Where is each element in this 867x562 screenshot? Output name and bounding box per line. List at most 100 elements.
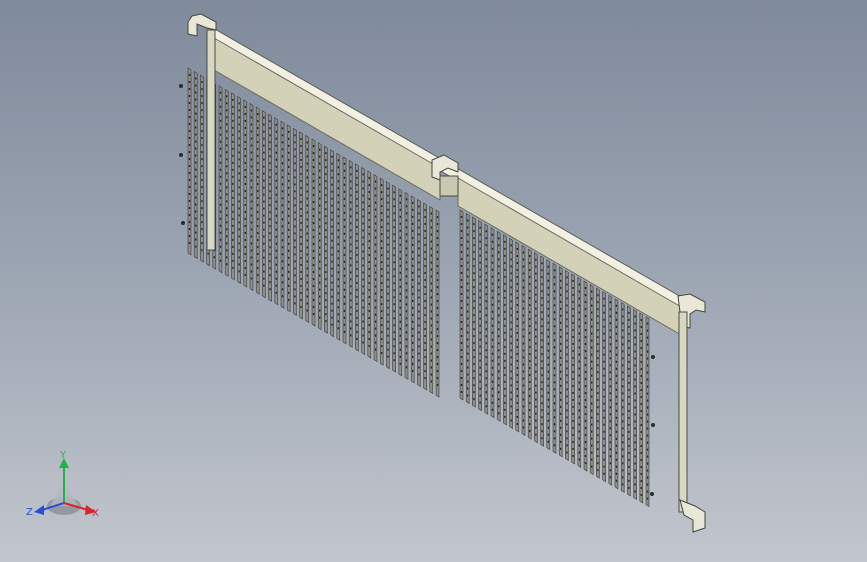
- fin-perforation: [219, 231, 222, 234]
- fin-perforation: [491, 401, 494, 404]
- fin-perforation: [467, 317, 469, 320]
- fin-perforation: [306, 288, 308, 291]
- fin-perforation: [281, 274, 284, 277]
- fin-perforation: [572, 293, 574, 296]
- fin-perforation: [566, 297, 568, 300]
- fin-perforation: [343, 302, 346, 305]
- fin-perforation: [269, 176, 271, 179]
- fin-perforation: [628, 416, 630, 419]
- fin-perforation: [467, 366, 469, 369]
- fin-perforation: [188, 221, 191, 223]
- fin-perforation: [498, 356, 500, 359]
- fin-perforation: [337, 257, 339, 260]
- fin-perforation: [343, 323, 346, 326]
- fin-perforation: [281, 134, 284, 137]
- fin-perforation: [312, 271, 315, 274]
- fin-perforation: [418, 219, 420, 222]
- fin-perforation: [541, 269, 543, 272]
- fin-perforation: [337, 306, 339, 309]
- fin-perforation: [430, 233, 432, 236]
- fin-perforation: [226, 151, 228, 154]
- fin-perforation: [603, 430, 605, 433]
- fin-perforation: [535, 391, 537, 394]
- fin-perforation: [238, 172, 240, 175]
- fin-perforation: [201, 109, 203, 112]
- fin-perforation: [412, 243, 414, 246]
- fin-perforation: [622, 448, 624, 451]
- fin-perforation: [491, 394, 494, 397]
- fin-perforation: [485, 272, 487, 275]
- fin-perforation: [412, 369, 414, 372]
- fin-perforation: [553, 381, 556, 384]
- fin-perforation: [535, 384, 537, 387]
- fin-perforation: [479, 275, 481, 278]
- fin-perforation: [238, 179, 240, 182]
- fin-perforation: [566, 374, 568, 377]
- 3d-viewport[interactable]: Y X Z: [0, 0, 867, 562]
- fin-perforation: [325, 180, 327, 183]
- fin-perforation: [374, 236, 377, 239]
- fin-perforation: [356, 211, 358, 214]
- fin-perforation: [337, 292, 339, 295]
- fin-perforation: [510, 349, 512, 352]
- fin-perforation: [634, 378, 636, 381]
- fin-perforation: [510, 286, 512, 289]
- fin-perforation: [628, 402, 630, 405]
- fin-perforation: [516, 415, 518, 418]
- fin-perforation: [294, 267, 296, 270]
- fin-perforation: [368, 254, 370, 257]
- fin-perforation: [325, 278, 327, 281]
- right-bracket: [677, 293, 706, 533]
- fin-perforation: [381, 352, 383, 355]
- fin-perforation: [516, 317, 518, 320]
- fin-perforation: [275, 270, 277, 273]
- fin-perforation: [281, 155, 284, 158]
- fin-perforation: [485, 377, 487, 380]
- fin-perforation: [238, 165, 240, 168]
- fin-perforation: [300, 158, 302, 161]
- fin-perforation: [572, 412, 574, 415]
- fin-perforation: [393, 303, 395, 306]
- fin-perforation: [250, 165, 253, 168]
- fin-perforation: [566, 360, 568, 363]
- fin-perforation: [522, 384, 525, 387]
- orientation-triad[interactable]: Y X Z: [26, 448, 106, 523]
- fin-perforation: [535, 370, 537, 373]
- fin-perforation: [510, 412, 512, 415]
- fin-perforation: [615, 304, 618, 307]
- fin-perforation: [572, 433, 574, 436]
- fin-perforation: [387, 208, 389, 211]
- cad-model[interactable]: [0, 0, 867, 562]
- fin-perforation: [188, 179, 191, 181]
- fin-perforation: [343, 253, 346, 256]
- fin-perforation: [337, 264, 339, 267]
- fin-perforation: [541, 353, 543, 356]
- fin-perforation: [485, 307, 487, 310]
- fin-perforation: [281, 148, 284, 151]
- fin-perforation: [430, 226, 432, 229]
- fin-perforation: [350, 236, 352, 239]
- fin-perforation: [467, 338, 469, 341]
- fin-perforation: [362, 243, 364, 246]
- fin-perforation: [306, 267, 308, 270]
- fin-perforation: [516, 303, 518, 306]
- fin-perforation: [510, 342, 512, 345]
- fin-perforation: [350, 334, 352, 337]
- fin-perforation: [578, 318, 580, 321]
- fin-perforation: [522, 265, 525, 268]
- fin-perforation: [263, 207, 265, 210]
- fin-perforation: [374, 215, 377, 218]
- fin-perforation: [646, 350, 649, 353]
- fin-perforation: [288, 249, 290, 252]
- fin-perforation: [319, 309, 321, 312]
- fin-perforation: [374, 285, 377, 288]
- fin-perforation: [244, 231, 246, 234]
- fin-perforation: [572, 300, 574, 303]
- fin-perforation: [188, 214, 191, 216]
- fin-perforation: [491, 261, 494, 264]
- fin-perforation: [325, 173, 327, 176]
- fin-perforation: [460, 223, 463, 225]
- fin-perforation: [306, 253, 308, 256]
- fin-perforation: [609, 364, 611, 367]
- fin-perforation: [257, 141, 259, 144]
